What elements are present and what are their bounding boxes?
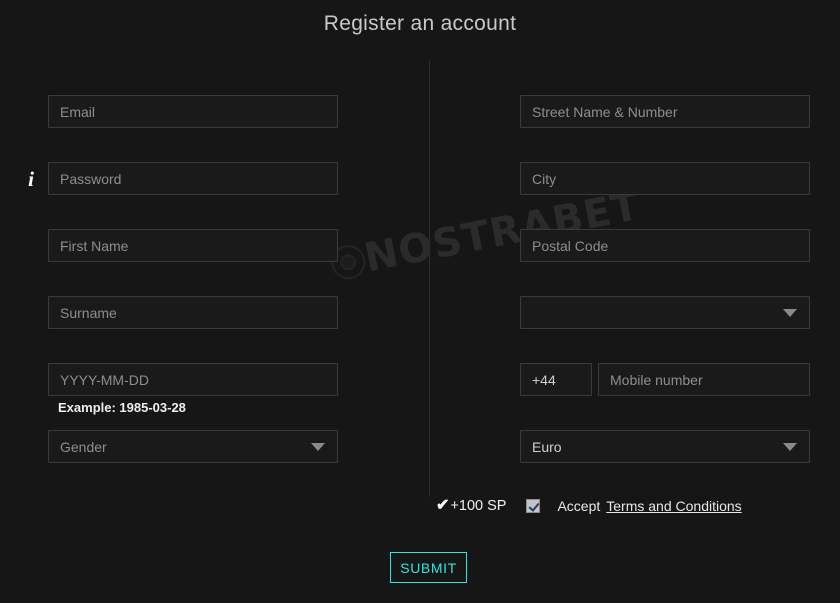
accept-label: Accept — [557, 498, 601, 514]
first-name-input[interactable]: First Name — [48, 229, 338, 262]
street-input[interactable]: Street Name & Number — [520, 95, 810, 128]
email-input[interactable]: Email — [48, 95, 338, 128]
birthdate-input[interactable]: YYYY-MM-DD — [48, 363, 338, 396]
gender-select[interactable]: Gender — [48, 430, 338, 463]
submit-button[interactable]: SUBMIT — [390, 552, 467, 583]
page-title: Register an account — [323, 12, 517, 35]
city-input[interactable]: City — [520, 162, 810, 195]
accept-terms-checkbox[interactable] — [526, 499, 541, 513]
phone-prefix-input[interactable]: +44 — [520, 363, 592, 396]
chevron-down-icon — [783, 308, 797, 317]
currency-select-value: Euro — [532, 438, 562, 455]
password-info-icon[interactable]: i — [23, 167, 39, 191]
surname-input[interactable]: Surname — [48, 296, 338, 329]
check-icon: ✔ — [436, 497, 450, 514]
column-divider — [429, 60, 430, 497]
currency-select[interactable]: Euro — [520, 430, 810, 463]
postal-code-input[interactable]: Postal Code — [520, 229, 810, 262]
terms-row: ✔ +100 SP Accept Terms and Conditions — [436, 497, 742, 515]
password-input[interactable]: Password — [48, 162, 338, 195]
country-select[interactable] — [520, 296, 810, 329]
birthdate-example-label: Example: 1985-03-28 — [58, 400, 186, 415]
chevron-down-icon — [783, 442, 797, 451]
chevron-down-icon — [311, 442, 325, 451]
sp-bonus-label: +100 SP — [450, 498, 507, 514]
terms-and-conditions-link[interactable]: Terms and Conditions — [606, 498, 741, 514]
mobile-number-input[interactable]: Mobile number — [598, 363, 810, 396]
gender-select-value: Gender — [60, 438, 107, 455]
